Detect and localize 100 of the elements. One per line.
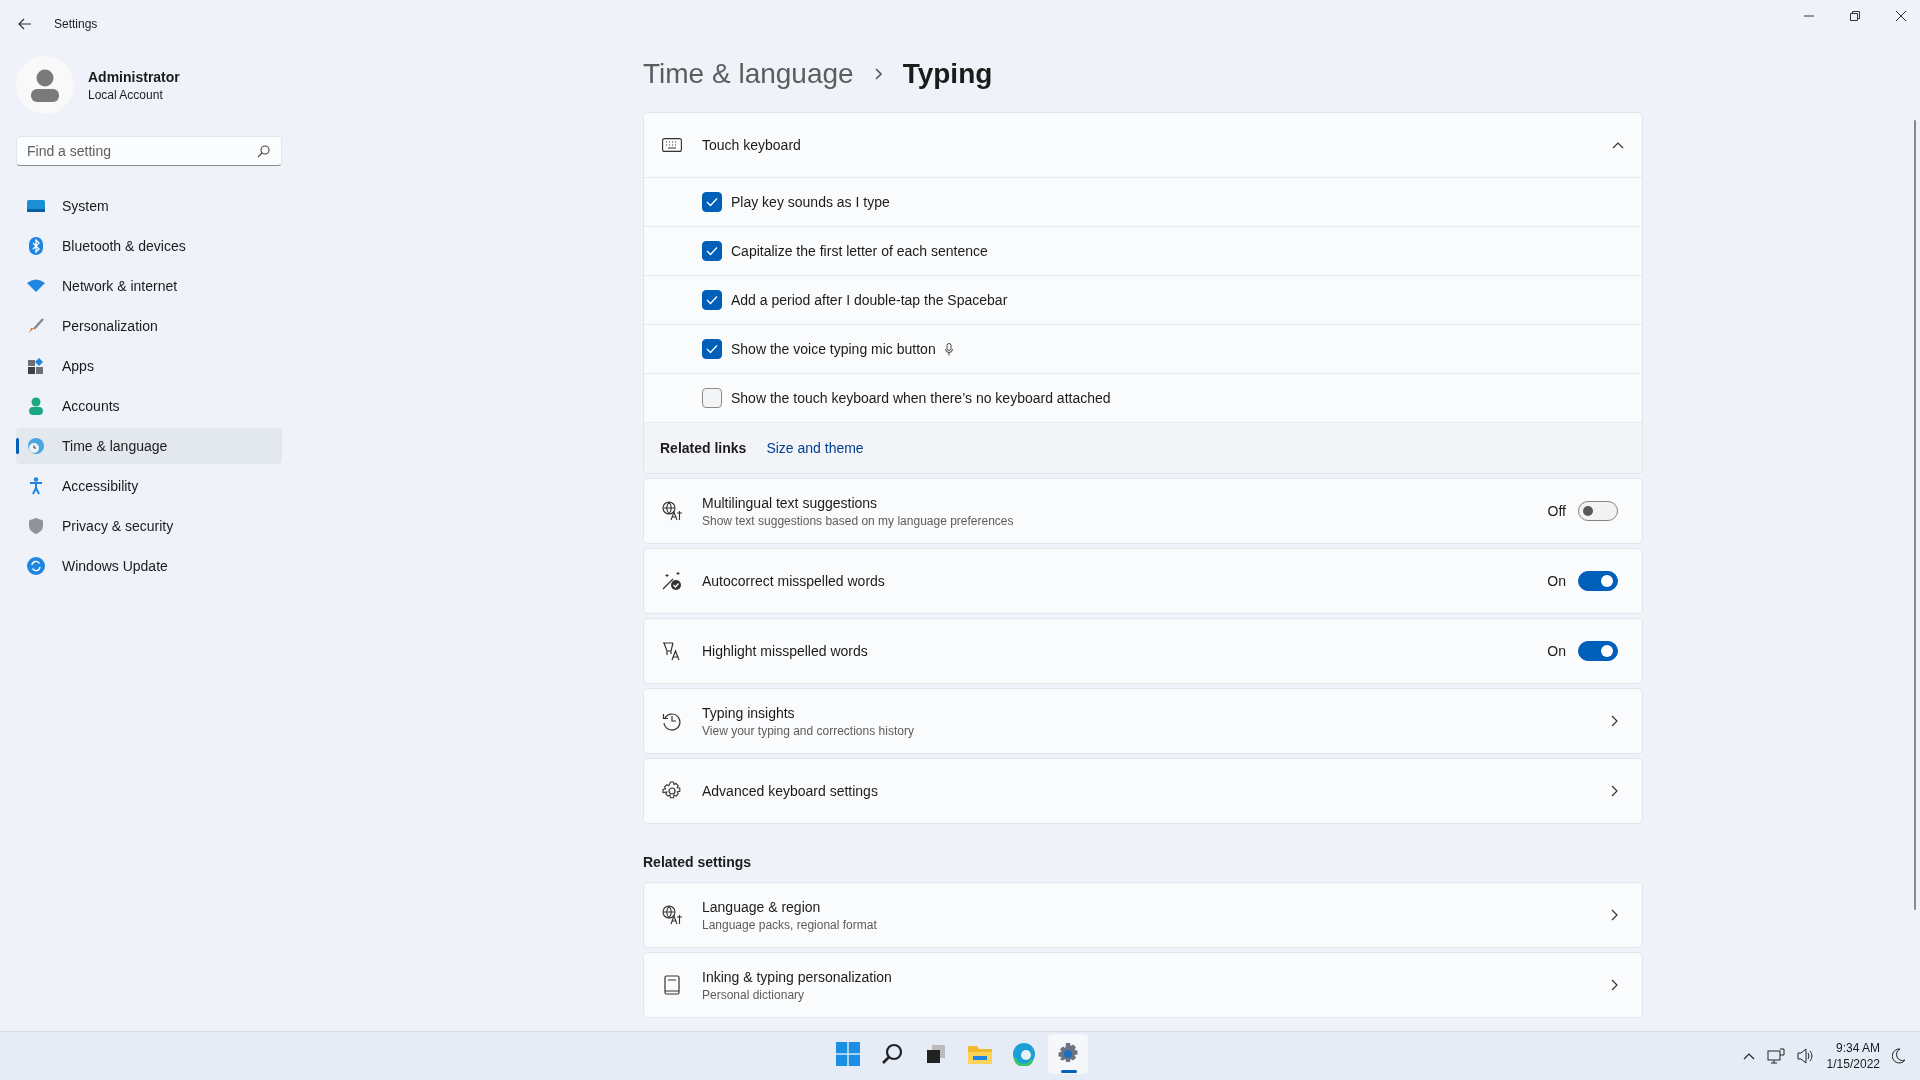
setting-card[interactable]: Advanced keyboard settings [643, 758, 1643, 824]
highlight-icon [662, 641, 682, 661]
monitor-icon [27, 199, 45, 213]
check-icon [706, 246, 718, 256]
translate-icon [662, 905, 682, 925]
checkbox[interactable] [702, 388, 722, 408]
history-icon [662, 711, 682, 731]
setting-card[interactable]: Language & region Language packs, regional format [643, 882, 1643, 948]
chevron-right-icon [873, 67, 883, 81]
browser-icon [1012, 1042, 1036, 1066]
toggle-switch[interactable] [1578, 641, 1618, 661]
setting-card[interactable]: Inking & typing personalization Personal dictionary [643, 952, 1643, 1018]
nav-item[interactable]: Accessibility [16, 468, 282, 504]
setting-title: Autocorrect misspelled words [702, 573, 886, 589]
chevron-right-icon [1611, 715, 1618, 727]
account-name: Administrator [88, 68, 180, 85]
back-icon[interactable] [18, 18, 32, 30]
breadcrumb-parent[interactable]: Time & language [643, 58, 854, 90]
restore-icon[interactable] [1850, 11, 1860, 21]
nav-item[interactable]: Personalization [16, 308, 282, 344]
section-title: Touch keyboard [702, 137, 801, 153]
setting-card[interactable]: Multilingual text suggestions Show text suggestions based on my language preferences Off [643, 478, 1643, 544]
task-view-icon [925, 1043, 947, 1065]
related-settings-heading: Related settings [643, 854, 753, 870]
page-title: Typing [902, 58, 993, 90]
folder-icon [968, 1043, 992, 1065]
chevron-icon[interactable] [1612, 141, 1624, 149]
brush-icon [27, 318, 45, 334]
checkbox[interactable] [702, 290, 722, 310]
setting-card[interactable]: Autocorrect misspelled words On [643, 548, 1643, 614]
moon-icon[interactable] [1892, 1048, 1906, 1064]
checkbox-label: Show the touch keyboard when there’s no keyboard attached [731, 390, 1111, 406]
chevron-right-icon [1611, 979, 1618, 991]
setting-card[interactable]: Highlight misspelled words On [643, 618, 1643, 684]
apps-icon [27, 358, 45, 374]
setting-title: Inking & typing personalization [702, 968, 893, 985]
accessibility-icon [27, 477, 45, 495]
wand-check-icon [662, 571, 682, 591]
search-field[interactable]: Find a setting [16, 136, 282, 166]
settings-icon [662, 781, 682, 801]
check-icon [706, 197, 718, 207]
toggle-state: Off [1547, 503, 1566, 519]
setting-title: Language & region [702, 898, 822, 915]
setting-description: Personal dictionary [702, 987, 806, 1002]
toggle-state: On [1547, 573, 1566, 589]
avatar-icon [16, 56, 74, 114]
search-icon [881, 1043, 903, 1065]
shield-icon [27, 518, 45, 534]
search-icon[interactable] [257, 145, 270, 158]
windows-logo-icon [836, 1042, 860, 1066]
setting-description: View your typing and corrections history [702, 723, 915, 738]
translate-icon [662, 501, 682, 521]
update-icon [27, 557, 45, 575]
nav-item[interactable]: Network & internet [16, 268, 282, 304]
setting-card[interactable]: Typing insights View your typing and corrections history [643, 688, 1643, 754]
account-type: Local Account [88, 87, 164, 102]
chevron-right-icon [1611, 909, 1618, 921]
toggle-state: On [1547, 643, 1566, 659]
setting-description: Language packs, regional format [702, 917, 878, 932]
size-and-theme-link[interactable]: Size and theme [766, 440, 864, 456]
close-icon[interactable] [1896, 11, 1906, 21]
keyboard-icon [662, 138, 682, 152]
check-icon [706, 295, 718, 305]
clock[interactable]: 9:34 AM 1/15/2022 [1826, 1041, 1880, 1071]
scrollbar[interactable] [1914, 120, 1916, 910]
check-icon [706, 344, 718, 354]
setting-title: Advanced keyboard settings [702, 783, 879, 799]
setting-title: Highlight misspelled words [702, 643, 869, 659]
checkbox[interactable] [702, 339, 722, 359]
checkbox-label: Capitalize the first letter of each sentence [731, 243, 988, 259]
toggle-switch[interactable] [1578, 571, 1618, 591]
nav-item[interactable]: Apps [16, 348, 282, 384]
volume-icon[interactable] [1796, 1048, 1815, 1064]
checkbox-label: Play key sounds as I type [731, 194, 890, 210]
checkbox[interactable] [702, 241, 722, 261]
book-icon [662, 975, 682, 995]
globe-clock-icon [27, 437, 45, 455]
checkbox-label: Add a period after I double-tap the Spacebar [731, 292, 1008, 308]
checkbox[interactable] [702, 192, 722, 212]
network-icon[interactable] [1766, 1048, 1785, 1064]
nav-item[interactable]: Bluetooth & devices [16, 228, 282, 264]
setting-title: Multilingual text suggestions [702, 494, 879, 511]
toggle-switch[interactable] [1578, 501, 1618, 521]
setting-description: Show text suggestions based on my language preferences [702, 513, 1015, 528]
nav-item[interactable]: Accounts [16, 388, 282, 424]
taskbar-app[interactable] [1048, 1034, 1088, 1074]
nav-item[interactable]: Privacy & security [16, 508, 282, 544]
window-title: Settings [54, 17, 98, 31]
chevron-right-icon [1611, 785, 1618, 797]
person-icon [27, 397, 45, 415]
nav-item[interactable]: System [16, 188, 282, 224]
nav-item[interactable]: Time & language [16, 428, 282, 464]
setting-title: Typing insights [702, 704, 796, 721]
wifi-icon [27, 279, 45, 293]
nav-item[interactable]: Windows Update [16, 548, 282, 584]
bluetooth-icon [27, 237, 45, 255]
chevron-up-icon[interactable] [1742, 1052, 1755, 1060]
related-links-label: Related links [660, 440, 747, 456]
checkbox-label: Show the voice typing mic button [731, 341, 936, 357]
touch-keyboard-header[interactable]: Touch keyboard [644, 113, 1642, 178]
